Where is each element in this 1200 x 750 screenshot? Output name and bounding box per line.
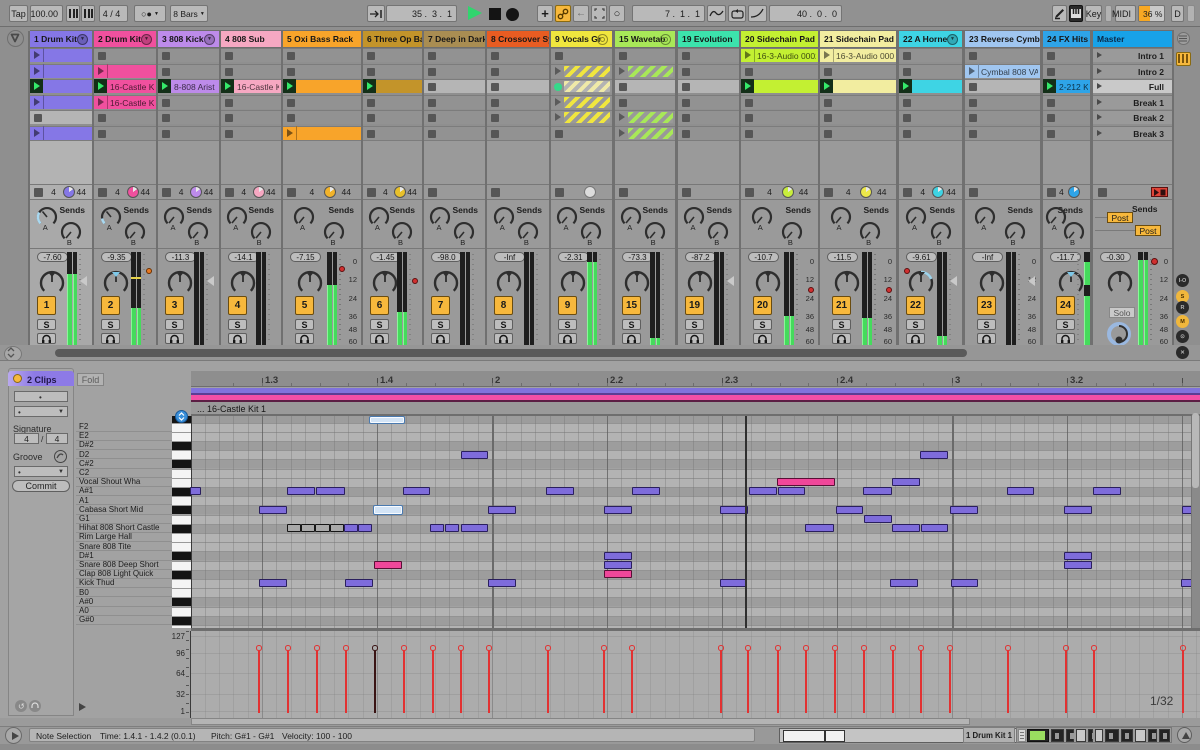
svg-text:↺: ↺ <box>18 702 25 711</box>
